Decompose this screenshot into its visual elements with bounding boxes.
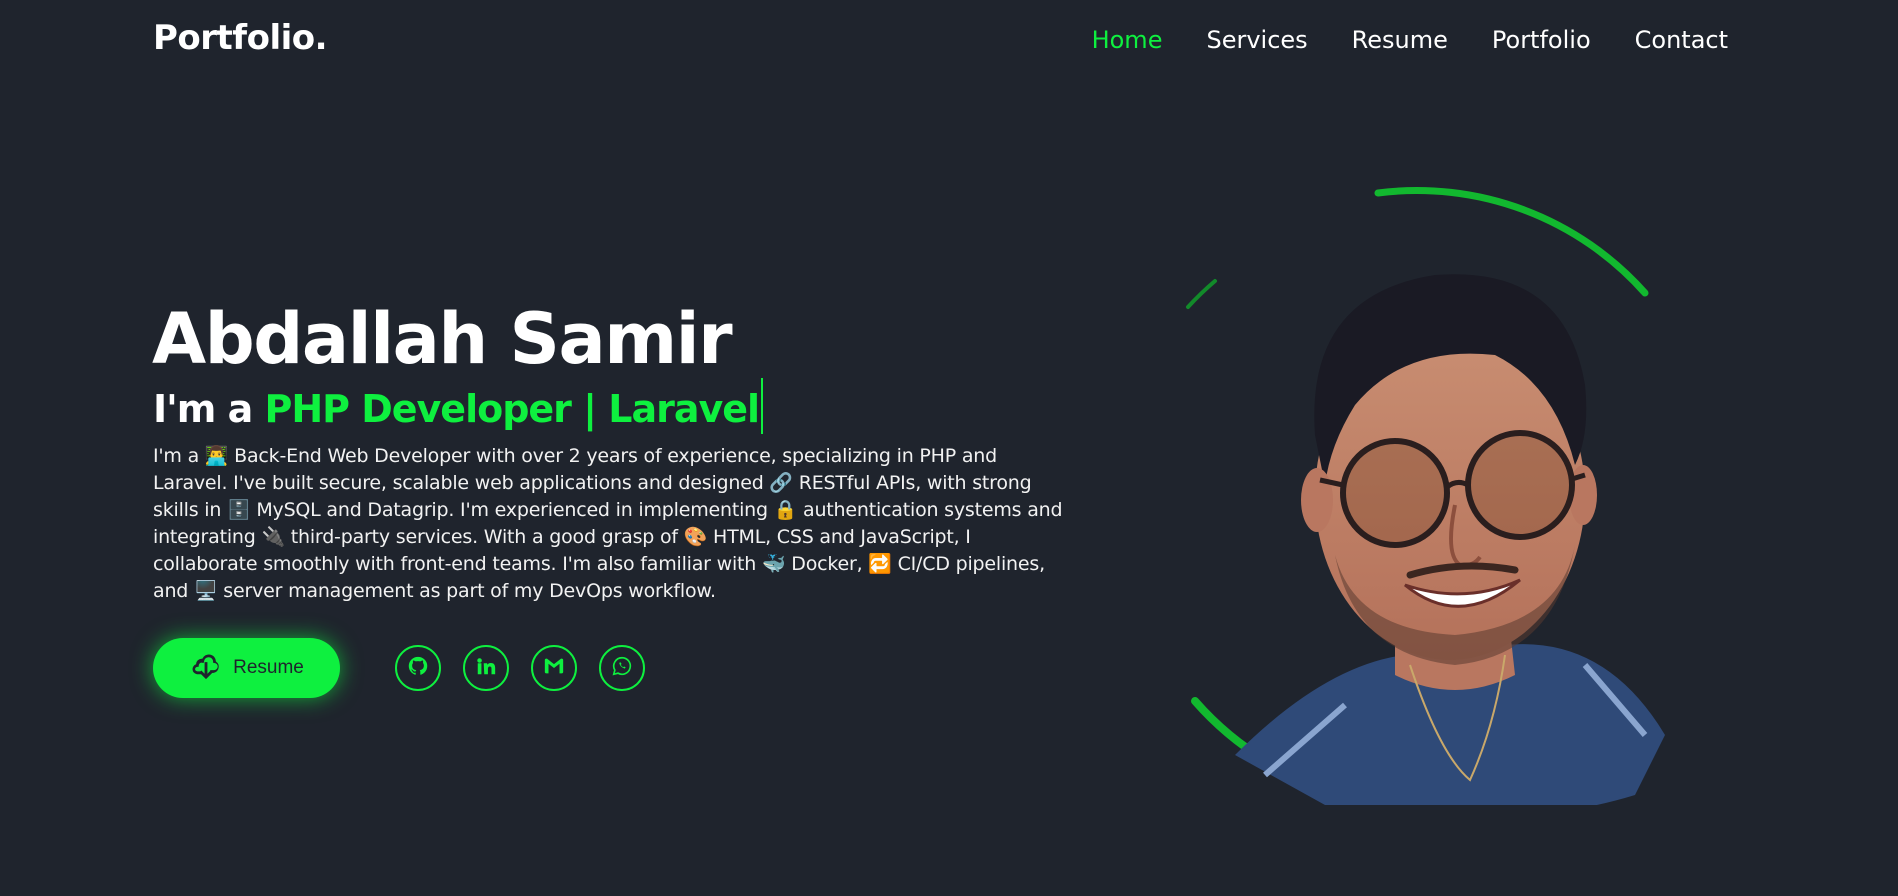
nav-home[interactable]: Home [1092, 26, 1163, 54]
nav-portfolio[interactable]: Portfolio [1492, 26, 1591, 54]
profile-portrait [1150, 185, 1690, 805]
nav-resume[interactable]: Resume [1352, 26, 1448, 54]
role-prefix: I'm a [153, 387, 265, 431]
typing-cursor [761, 378, 764, 434]
page: Portfolio. Home Services Resume Portfoli… [0, 0, 1898, 896]
nav-services[interactable]: Services [1206, 26, 1307, 54]
linkedin-link[interactable] [463, 645, 509, 691]
social-links [395, 645, 645, 691]
gmail-icon [543, 655, 565, 682]
profile-photo [1235, 274, 1665, 805]
main-nav: Home Services Resume Portfolio Contact [1092, 26, 1728, 54]
whatsapp-icon [611, 655, 633, 682]
gmail-link[interactable] [531, 645, 577, 691]
hero-description: I'm a 👨‍💻 Back-End Web Developer with ov… [153, 445, 1063, 602]
linkedin-icon [475, 655, 497, 682]
hero-role: I'm a PHP Developer | Laravel [153, 378, 764, 434]
resume-button-label: Resume [233, 657, 304, 678]
whatsapp-link[interactable] [599, 645, 645, 691]
hero-name: Abdallah Samir [152, 298, 733, 380]
nav-contact[interactable]: Contact [1635, 26, 1728, 54]
github-icon [407, 655, 429, 682]
cloud-download-icon [189, 648, 223, 688]
role-highlight: PHP Developer | Laravel [264, 387, 760, 431]
resume-button[interactable]: Resume [153, 638, 340, 698]
site-logo[interactable]: Portfolio. [153, 18, 328, 58]
github-link[interactable] [395, 645, 441, 691]
